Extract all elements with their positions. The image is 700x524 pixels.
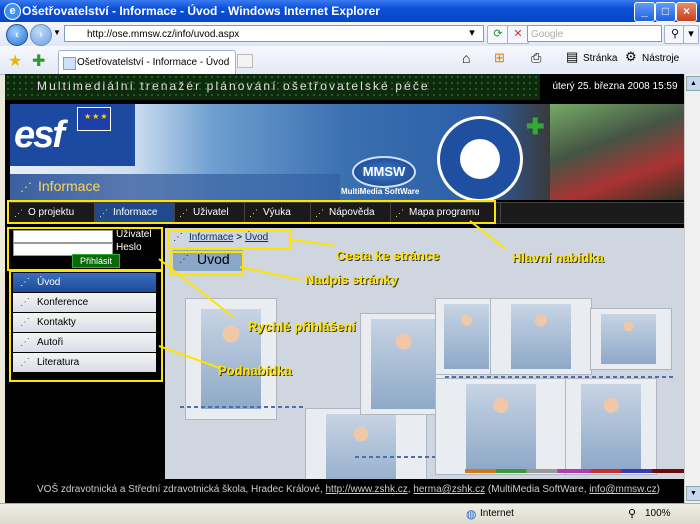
maximize-button[interactable]: □ bbox=[655, 2, 676, 22]
color-stripe bbox=[465, 469, 685, 473]
search-input[interactable]: Google bbox=[527, 25, 662, 42]
annotation-submenu: Podnabídka bbox=[218, 363, 292, 378]
status-zone: Internet bbox=[480, 508, 514, 519]
decor-line bbox=[180, 406, 305, 408]
footer-link-zshk[interactable]: http://www.zshk.cz bbox=[325, 484, 407, 495]
tab-current[interactable]: Ošetřovatelství - Informace - Úvod bbox=[58, 50, 236, 75]
highlight-login bbox=[7, 227, 163, 271]
favorites-star-icon[interactable]: ★ bbox=[8, 51, 22, 71]
section-icon: ⋰ bbox=[20, 180, 32, 194]
status-bar: ◍ Internet ⚲ 100% bbox=[0, 503, 700, 524]
refresh-icon[interactable]: ⟳ bbox=[487, 25, 509, 44]
decor-line bbox=[355, 456, 435, 458]
highlight-main-menu bbox=[7, 200, 496, 224]
scroll-down-icon[interactable]: ▼ bbox=[686, 486, 700, 501]
home-icon[interactable]: ⌂ bbox=[462, 50, 470, 66]
photo-card bbox=[590, 308, 672, 370]
stop-icon[interactable]: ✕ bbox=[507, 25, 529, 44]
esf-logo-text: esf bbox=[14, 114, 65, 156]
back-button[interactable]: ‹ bbox=[6, 24, 28, 46]
highlight-breadcrumb bbox=[167, 229, 291, 250]
search-options-icon[interactable]: ▾ bbox=[683, 25, 699, 44]
annotation-path: Cesta ke stránce bbox=[336, 248, 440, 263]
mmsw-logo-subtitle: MultiMedia SoftWare bbox=[341, 187, 420, 196]
feeds-icon[interactable]: ⊞ bbox=[494, 50, 505, 66]
section-title-bar: ⋰ Informace bbox=[10, 174, 340, 200]
scroll-up-icon[interactable]: ▲ bbox=[686, 76, 700, 91]
vertical-scrollbar[interactable]: ▲ ▼ bbox=[684, 74, 700, 503]
add-favorites-icon[interactable]: ✚ bbox=[32, 51, 45, 71]
site-banner-text: Multimediální trenažér plánování ošetřov… bbox=[37, 79, 430, 93]
photo-card bbox=[565, 378, 657, 475]
section-title: Informace bbox=[38, 178, 101, 194]
footer-text: VOŠ zdravotnická a Střední zdravotnická … bbox=[37, 484, 660, 495]
medical-cross-icon: ✚ bbox=[526, 114, 545, 139]
datetime: úterý 25. března 2008 15:59 bbox=[540, 74, 690, 100]
mmsw-logo: MMSW bbox=[352, 156, 416, 188]
new-tab-button[interactable] bbox=[237, 54, 253, 68]
footer-link-herma[interactable]: herma@zshk.cz bbox=[413, 484, 485, 495]
internet-globe-icon: ◍ bbox=[466, 507, 477, 521]
annotation-quick-login: Rychlé přihlášení bbox=[248, 319, 356, 334]
address-toolbar: ‹ › ▼ http://ose.mmsw.cz/info/uvod.aspx … bbox=[0, 22, 700, 47]
tab-page-icon bbox=[63, 57, 76, 70]
photo-card bbox=[435, 298, 497, 375]
footer-link-mmsw[interactable]: info@mmsw.cz bbox=[589, 484, 656, 495]
tabs-toolbar: ★ ✚ Ošetřovatelství - Informace - Úvod ⌂… bbox=[0, 46, 700, 75]
annotation-page-title: Nadpis stránky bbox=[305, 272, 399, 287]
minimize-button[interactable]: _ bbox=[634, 2, 655, 22]
school-seal-icon bbox=[437, 116, 523, 202]
footer: VOŠ zdravotnická a Střední zdravotnická … bbox=[10, 479, 685, 503]
history-dropdown-icon[interactable]: ▼ bbox=[53, 28, 61, 37]
ie-logo-icon: e bbox=[4, 3, 21, 20]
esf-logo: esf bbox=[10, 104, 135, 166]
close-button[interactable]: × bbox=[676, 2, 697, 22]
forward-button[interactable]: › bbox=[30, 24, 52, 46]
photo-card bbox=[435, 378, 567, 475]
tools-gear-icon: ⚙ bbox=[625, 49, 637, 64]
page-menu[interactable]: Stránka bbox=[583, 53, 617, 64]
tools-menu[interactable]: Nástroje bbox=[642, 53, 679, 64]
photo-card bbox=[490, 298, 592, 375]
decor-line bbox=[445, 376, 675, 378]
zoom-level[interactable]: 100% bbox=[645, 508, 671, 519]
header-photo bbox=[550, 104, 685, 200]
page-menu-icon: ▤ bbox=[566, 49, 579, 64]
highlight-page-title bbox=[170, 251, 244, 276]
zoom-icon: ⚲ bbox=[628, 508, 637, 520]
highlight-submenu bbox=[9, 270, 163, 382]
window-title: Ošetřovatelství - Informace - Úvod - Win… bbox=[22, 4, 380, 18]
tab-title: Ošetřovatelství - Informace - Úvod bbox=[77, 57, 230, 68]
address-input[interactable]: http://ose.mmsw.cz/info/uvod.aspx bbox=[64, 25, 484, 42]
window-title-bar[interactable]: e Ošetřovatelství - Informace - Úvod - W… bbox=[0, 0, 700, 22]
print-icon[interactable]: ⎙ bbox=[531, 50, 541, 66]
url-dropdown-icon[interactable]: ▾ bbox=[462, 25, 482, 42]
eu-flag-icon: ★★★ bbox=[77, 107, 111, 131]
annotation-main-menu: Hlavní nabídka bbox=[512, 250, 604, 265]
